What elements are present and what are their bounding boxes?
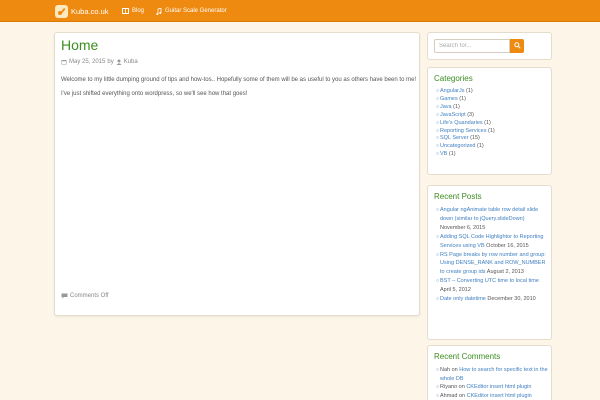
category-count: (3) [467,111,474,118]
category-link[interactable]: Uncategorized [440,143,475,151]
category-link[interactable]: Reporting Services [440,128,486,136]
guitar-logo-icon [55,4,68,18]
list-item: ○ AngularJs (1) [436,88,473,96]
post-paragraph: I've just shifted everything onto wordpr… [61,91,248,97]
comment-author: Ahmad [440,392,458,399]
post-body: Welcome to my little dumping ground of t… [61,76,417,104]
list-item: ○ BST – Converting UTC time to local time… [436,278,539,294]
comment-icon [61,293,68,299]
widget-title: Categories [434,74,473,83]
category-count: (1) [459,95,466,102]
nav-item-blog[interactable]: Blog [122,6,144,16]
post-meta: May 25, 2015 by Kuba [61,59,138,65]
recent-post-date: August 2, 2013 [486,269,524,276]
category-link[interactable]: Games [440,96,458,104]
list-item: ○ RS Page breaks by row number and group:… [436,251,546,276]
post-author[interactable]: Kuba [124,59,138,65]
category-count: (1) [484,119,491,126]
list-item: ○ Nah on How to search for specific text … [436,367,548,382]
search-button[interactable] [510,39,524,53]
category-link[interactable]: JavaScript [440,112,466,120]
search-input[interactable] [434,39,510,53]
category-count: (1) [477,143,484,150]
recent-posts-list: ○ Angular ngAnimate table row detail slid… [436,206,548,304]
list-item: ○ Adding SQL Code Highlightor to Reportin… [436,233,544,249]
recent-post-date: December 30, 2010 [487,296,536,303]
post-by: by [107,59,114,65]
calendar-icon [61,59,67,65]
post-card: Home May 25, 2015 by Kuba Welcome to my … [54,32,420,316]
post-paragraph: Welcome to my little dumping ground of t… [61,77,417,83]
list-item: ○ Uncategorized (1) [436,143,484,151]
recent-post-link[interactable]: BST – Converting UTC time to local time [440,278,539,284]
comment-on: on [458,384,465,390]
categories-list: ○ AngularJs (1) ○ Games (1) ○ Java (1) ○ Jav… [436,88,548,159]
comment-on: on [451,367,458,373]
user-icon [116,59,122,65]
search-widget [427,32,552,60]
list-item: ○ SQL Server (15) [436,135,480,143]
nav-item-label: Blog [132,8,145,14]
nav-item-label: Guitar Scale Generator [165,8,227,14]
brand-name: Kuba.co.uk [71,6,109,16]
nav-item-guitar-scale-generator[interactable]: Guitar Scale Generator [156,6,227,16]
widget-title: Recent Posts [434,192,482,201]
recent-post-link[interactable]: Angular ngAnimate table row detail slide… [440,207,538,222]
category-link[interactable]: SQL Server [440,135,469,143]
list-item: ○ Date only datetime December 30, 2010 [436,296,536,303]
comment-author: Nah [440,367,451,373]
recent-comments-widget: Recent Comments ○ Nah on How to search fo… [427,345,552,400]
list-item: ○ Riyano on CKEditor insert html plugin [436,384,532,390]
recent-posts-widget: Recent Posts ○ Angular ngAnimate table ro… [427,185,552,340]
list-item: ○ Reporting Services (1) [436,127,495,136]
recent-post-date: October 16, 2015 [486,242,529,249]
search-icon [513,41,521,51]
music-note-icon [156,7,162,15]
list-item: ○ JavaScript (3) [436,111,474,120]
post-date[interactable]: May 25, 2015 [69,59,105,65]
comment-post-link[interactable]: CKEditor insert html plugin [466,384,531,390]
widget-title: Recent Comments [434,352,501,361]
list-item: ○ VB (1) [436,151,456,159]
recent-post-date: November 6, 2015 [440,224,486,231]
book-icon [122,8,129,14]
list-item: ○ Games (1) [436,95,466,104]
category-link[interactable]: Java [440,104,452,112]
recent-post-date: April 5, 2012 [440,287,471,294]
category-count: (15) [470,135,480,142]
category-count: (1) [453,103,460,110]
category-count: (1) [488,127,495,134]
top-navbar: Kuba.co.uk Blog Guitar Scale Generator [0,0,600,22]
comment-post-link[interactable]: CKEditor insert html plugin [467,393,532,399]
category-count: (1) [466,88,473,94]
category-link[interactable]: Life's Quandaries [440,120,483,128]
list-item: ○ Life's Quandaries (1) [436,119,491,128]
comments-off-label: Comments Off [70,293,109,299]
categories-widget: Categories ○ AngularJs (1) ○ Games (1) ○ Ja… [427,67,552,175]
comment-on: on [458,392,466,399]
post-title[interactable]: Home [61,37,98,53]
brand-link[interactable]: Kuba.co.uk [55,4,109,18]
recent-post-link[interactable]: Date only datetime [440,296,486,302]
comment-author: Riyano [440,384,458,390]
recent-comments-list: ○ Nah on How to search for specific text … [436,366,548,400]
category-link[interactable]: VB [440,151,447,159]
category-link[interactable]: AngularJs [440,88,464,96]
list-item: ○ Angular ngAnimate table row detail slid… [436,207,539,231]
list-item: ○ Ahmad on CKEditor insert html plugin [436,392,532,399]
list-item: ○ Java (1) [436,103,460,112]
category-count: (1) [448,151,456,158]
comments-status: Comments Off [61,293,109,299]
